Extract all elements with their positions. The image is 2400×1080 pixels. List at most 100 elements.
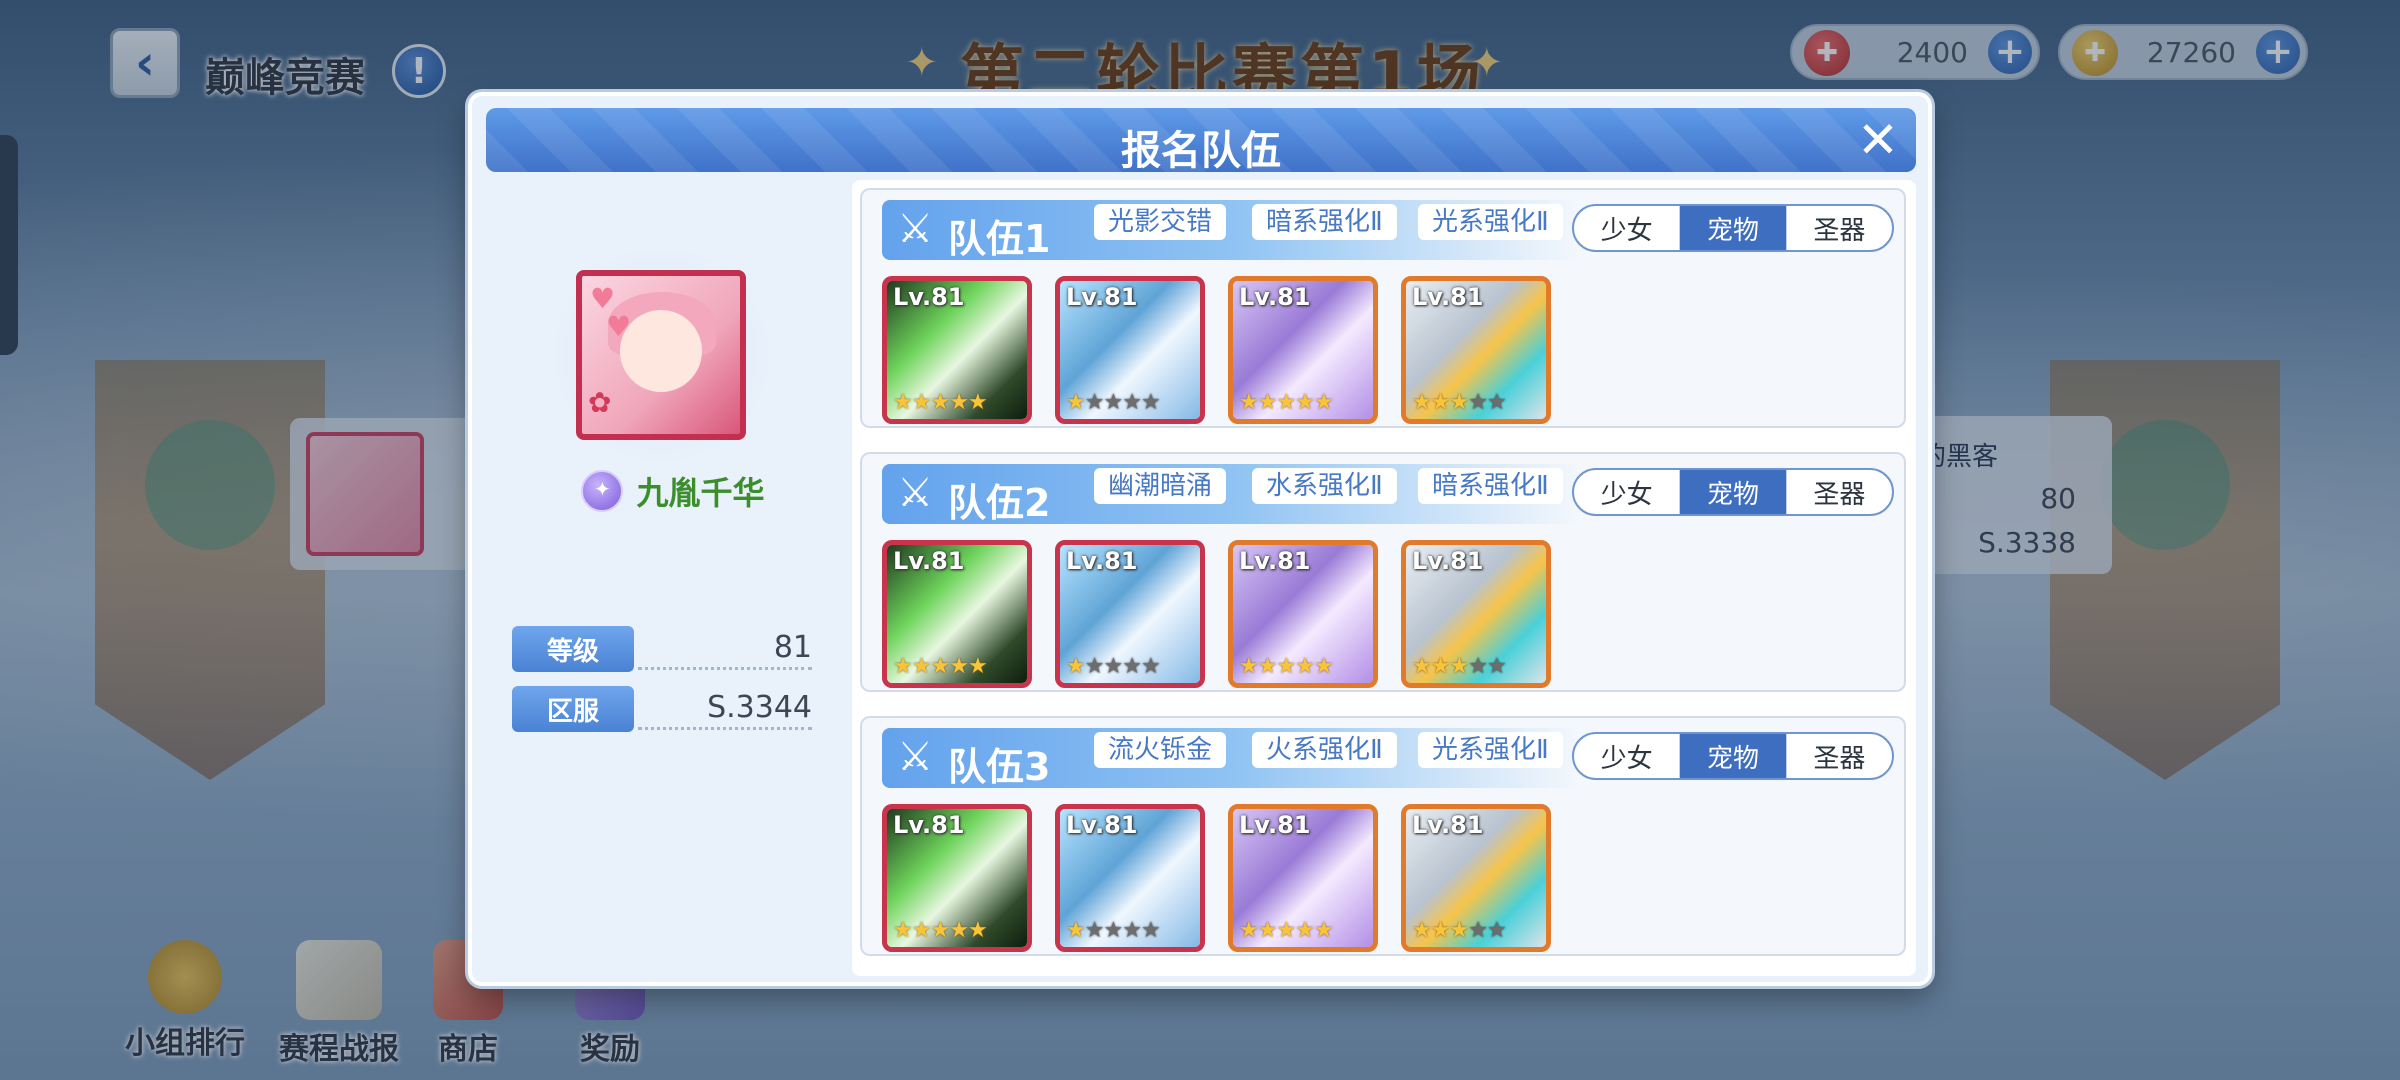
rose-icon: ✿: [588, 386, 612, 419]
player-info-panel: ♥ ♥ ✿ ✦ 九胤千华 等级 81 区服 S.3344: [488, 180, 858, 976]
star-icon: ★: [1084, 390, 1105, 415]
stat-value: S.3344: [707, 690, 812, 725]
pet-unit-card[interactable]: Lv.81 ★★★★★: [1401, 276, 1551, 424]
team-card: ⚔ 队伍3 流火铄金 火系强化Ⅱ 光系强化Ⅱ 少女 宠物 圣器 Lv.81 ★★★★★ Lv.81 ★…: [860, 716, 1906, 956]
star-icon: ★: [1412, 390, 1432, 415]
toggle-option[interactable]: 宠物: [1680, 206, 1787, 250]
stat-row-server: 区服 S.3344: [512, 686, 812, 732]
team-buff-tag: 光影交错: [1094, 204, 1227, 240]
rank-badge-icon: ✦: [581, 470, 624, 512]
star-icon: ★: [1486, 654, 1507, 679]
team-buff-tag: 水系强化Ⅱ: [1252, 468, 1397, 504]
toggle-option[interactable]: 宠物: [1680, 470, 1787, 514]
pet-unit-card[interactable]: Lv.81 ★★★★★: [1228, 276, 1378, 424]
pet-unit-card[interactable]: Lv.81 ★★★★★: [1228, 804, 1378, 952]
pet-unit-card[interactable]: Lv.81 ★★★★★: [882, 804, 1032, 952]
stat-label: 等级: [512, 626, 634, 672]
star-icon: ★: [1449, 390, 1469, 415]
star-icon: ★: [949, 918, 969, 943]
star-icon: ★: [967, 390, 988, 415]
unit-level: Lv.81: [893, 283, 965, 311]
unit-level: Lv.81: [1239, 811, 1311, 839]
star-icon: ★: [1103, 654, 1123, 679]
player-name: 九胤千华: [636, 474, 765, 512]
pet-unit-card[interactable]: Lv.81 ★★★★★: [882, 276, 1032, 424]
star-icon: ★: [1486, 390, 1507, 415]
star-icon: ★: [1084, 654, 1105, 679]
stat-label: 区服: [512, 686, 634, 732]
unit-level: Lv.81: [1412, 283, 1484, 311]
toggle-option[interactable]: 圣器: [1787, 206, 1892, 250]
star-icon: ★: [1276, 390, 1296, 415]
star-icon: ★: [1140, 918, 1161, 943]
team-view-toggle: 少女 宠物 圣器: [1572, 204, 1894, 252]
star-icon: ★: [1122, 918, 1142, 943]
toggle-option[interactable]: 圣器: [1787, 734, 1892, 778]
star-icon: ★: [930, 390, 950, 415]
star-icon: ★: [911, 654, 932, 679]
team-card: ⚔ 队伍2 幽潮暗涌 水系强化Ⅱ 暗系强化Ⅱ 少女 宠物 圣器 Lv.81 ★★★★★ Lv.81 ★…: [860, 452, 1906, 692]
star-rating: ★★★★★: [1066, 390, 1161, 415]
crossed-swords-icon: ⚔: [897, 206, 933, 252]
close-icon: ✕: [1857, 111, 1899, 169]
pet-unit-card[interactable]: Lv.81 ★★★★★: [1055, 276, 1205, 424]
star-rating: ★★★★★: [1412, 654, 1507, 679]
pet-unit-card[interactable]: Lv.81 ★★★★★: [882, 540, 1032, 688]
star-icon: ★: [1412, 918, 1432, 943]
star-icon: ★: [1449, 918, 1469, 943]
star-icon: ★: [1449, 654, 1469, 679]
star-rating: ★★★★★: [1239, 918, 1334, 943]
star-icon: ★: [1239, 918, 1259, 943]
star-rating: ★★★★★: [893, 390, 988, 415]
pet-unit-card[interactable]: Lv.81 ★★★★★: [1401, 540, 1551, 688]
toggle-option[interactable]: 宠物: [1680, 734, 1787, 778]
toggle-option[interactable]: 圣器: [1787, 470, 1892, 514]
pet-unit-card[interactable]: Lv.81 ★★★★★: [1228, 540, 1378, 688]
star-icon: ★: [930, 654, 950, 679]
unit-level: Lv.81: [1239, 283, 1311, 311]
unit-level: Lv.81: [893, 811, 965, 839]
star-icon: ★: [1066, 918, 1086, 943]
pet-unit-card[interactable]: Lv.81 ★★★★★: [1401, 804, 1551, 952]
heart-icon: ♥: [606, 310, 632, 343]
pet-unit-card[interactable]: Lv.81 ★★★★★: [1055, 540, 1205, 688]
star-icon: ★: [1468, 918, 1488, 943]
team-buff-tag: 流火铄金: [1094, 732, 1227, 768]
team-list: ⚔ 队伍1 光影交错 暗系强化Ⅱ 光系强化Ⅱ 少女 宠物 圣器 Lv.81 ★★★★★ Lv.81 ★…: [852, 180, 1916, 976]
unit-level: Lv.81: [1412, 547, 1484, 575]
star-icon: ★: [1313, 390, 1334, 415]
registered-teams-modal: 报名队伍 ✕ ♥ ♥ ✿ ✦ 九胤千华 等级 81 区服 S.3344 ⚔ 队伍…: [468, 92, 1932, 986]
team-name: 队伍1: [948, 217, 1051, 261]
toggle-option[interactable]: 少女: [1574, 734, 1681, 778]
star-icon: ★: [949, 654, 969, 679]
unit-level: Lv.81: [893, 547, 965, 575]
team-buff-tag: 光系强化Ⅱ: [1418, 732, 1563, 768]
star-icon: ★: [1066, 654, 1086, 679]
star-icon: ★: [967, 918, 988, 943]
star-icon: ★: [1066, 390, 1086, 415]
team-view-toggle: 少女 宠物 圣器: [1572, 468, 1894, 516]
star-icon: ★: [1140, 390, 1161, 415]
toggle-option[interactable]: 少女: [1574, 470, 1681, 514]
pet-unit-card[interactable]: Lv.81 ★★★★★: [1055, 804, 1205, 952]
player-avatar[interactable]: ♥ ♥ ✿: [576, 270, 746, 440]
star-icon: ★: [1239, 654, 1259, 679]
unit-level: Lv.81: [1239, 547, 1311, 575]
star-icon: ★: [1257, 654, 1278, 679]
team-buff-tag: 暗系强化Ⅱ: [1252, 204, 1397, 240]
team-card: ⚔ 队伍1 光影交错 暗系强化Ⅱ 光系强化Ⅱ 少女 宠物 圣器 Lv.81 ★★★★★ Lv.81 ★…: [860, 188, 1906, 428]
team-name: 队伍2: [948, 481, 1051, 525]
star-icon: ★: [1257, 390, 1278, 415]
toggle-option[interactable]: 少女: [1574, 206, 1681, 250]
star-rating: ★★★★★: [1412, 390, 1507, 415]
close-button[interactable]: ✕: [1854, 111, 1902, 169]
star-icon: ★: [893, 390, 913, 415]
star-icon: ★: [893, 918, 913, 943]
star-icon: ★: [1276, 918, 1296, 943]
unit-level: Lv.81: [1066, 283, 1138, 311]
team-view-toggle: 少女 宠物 圣器: [1572, 732, 1894, 780]
star-rating: ★★★★★: [1239, 390, 1334, 415]
star-rating: ★★★★★: [893, 654, 988, 679]
unit-level: Lv.81: [1412, 811, 1484, 839]
modal-title: 报名队伍: [1121, 128, 1281, 174]
